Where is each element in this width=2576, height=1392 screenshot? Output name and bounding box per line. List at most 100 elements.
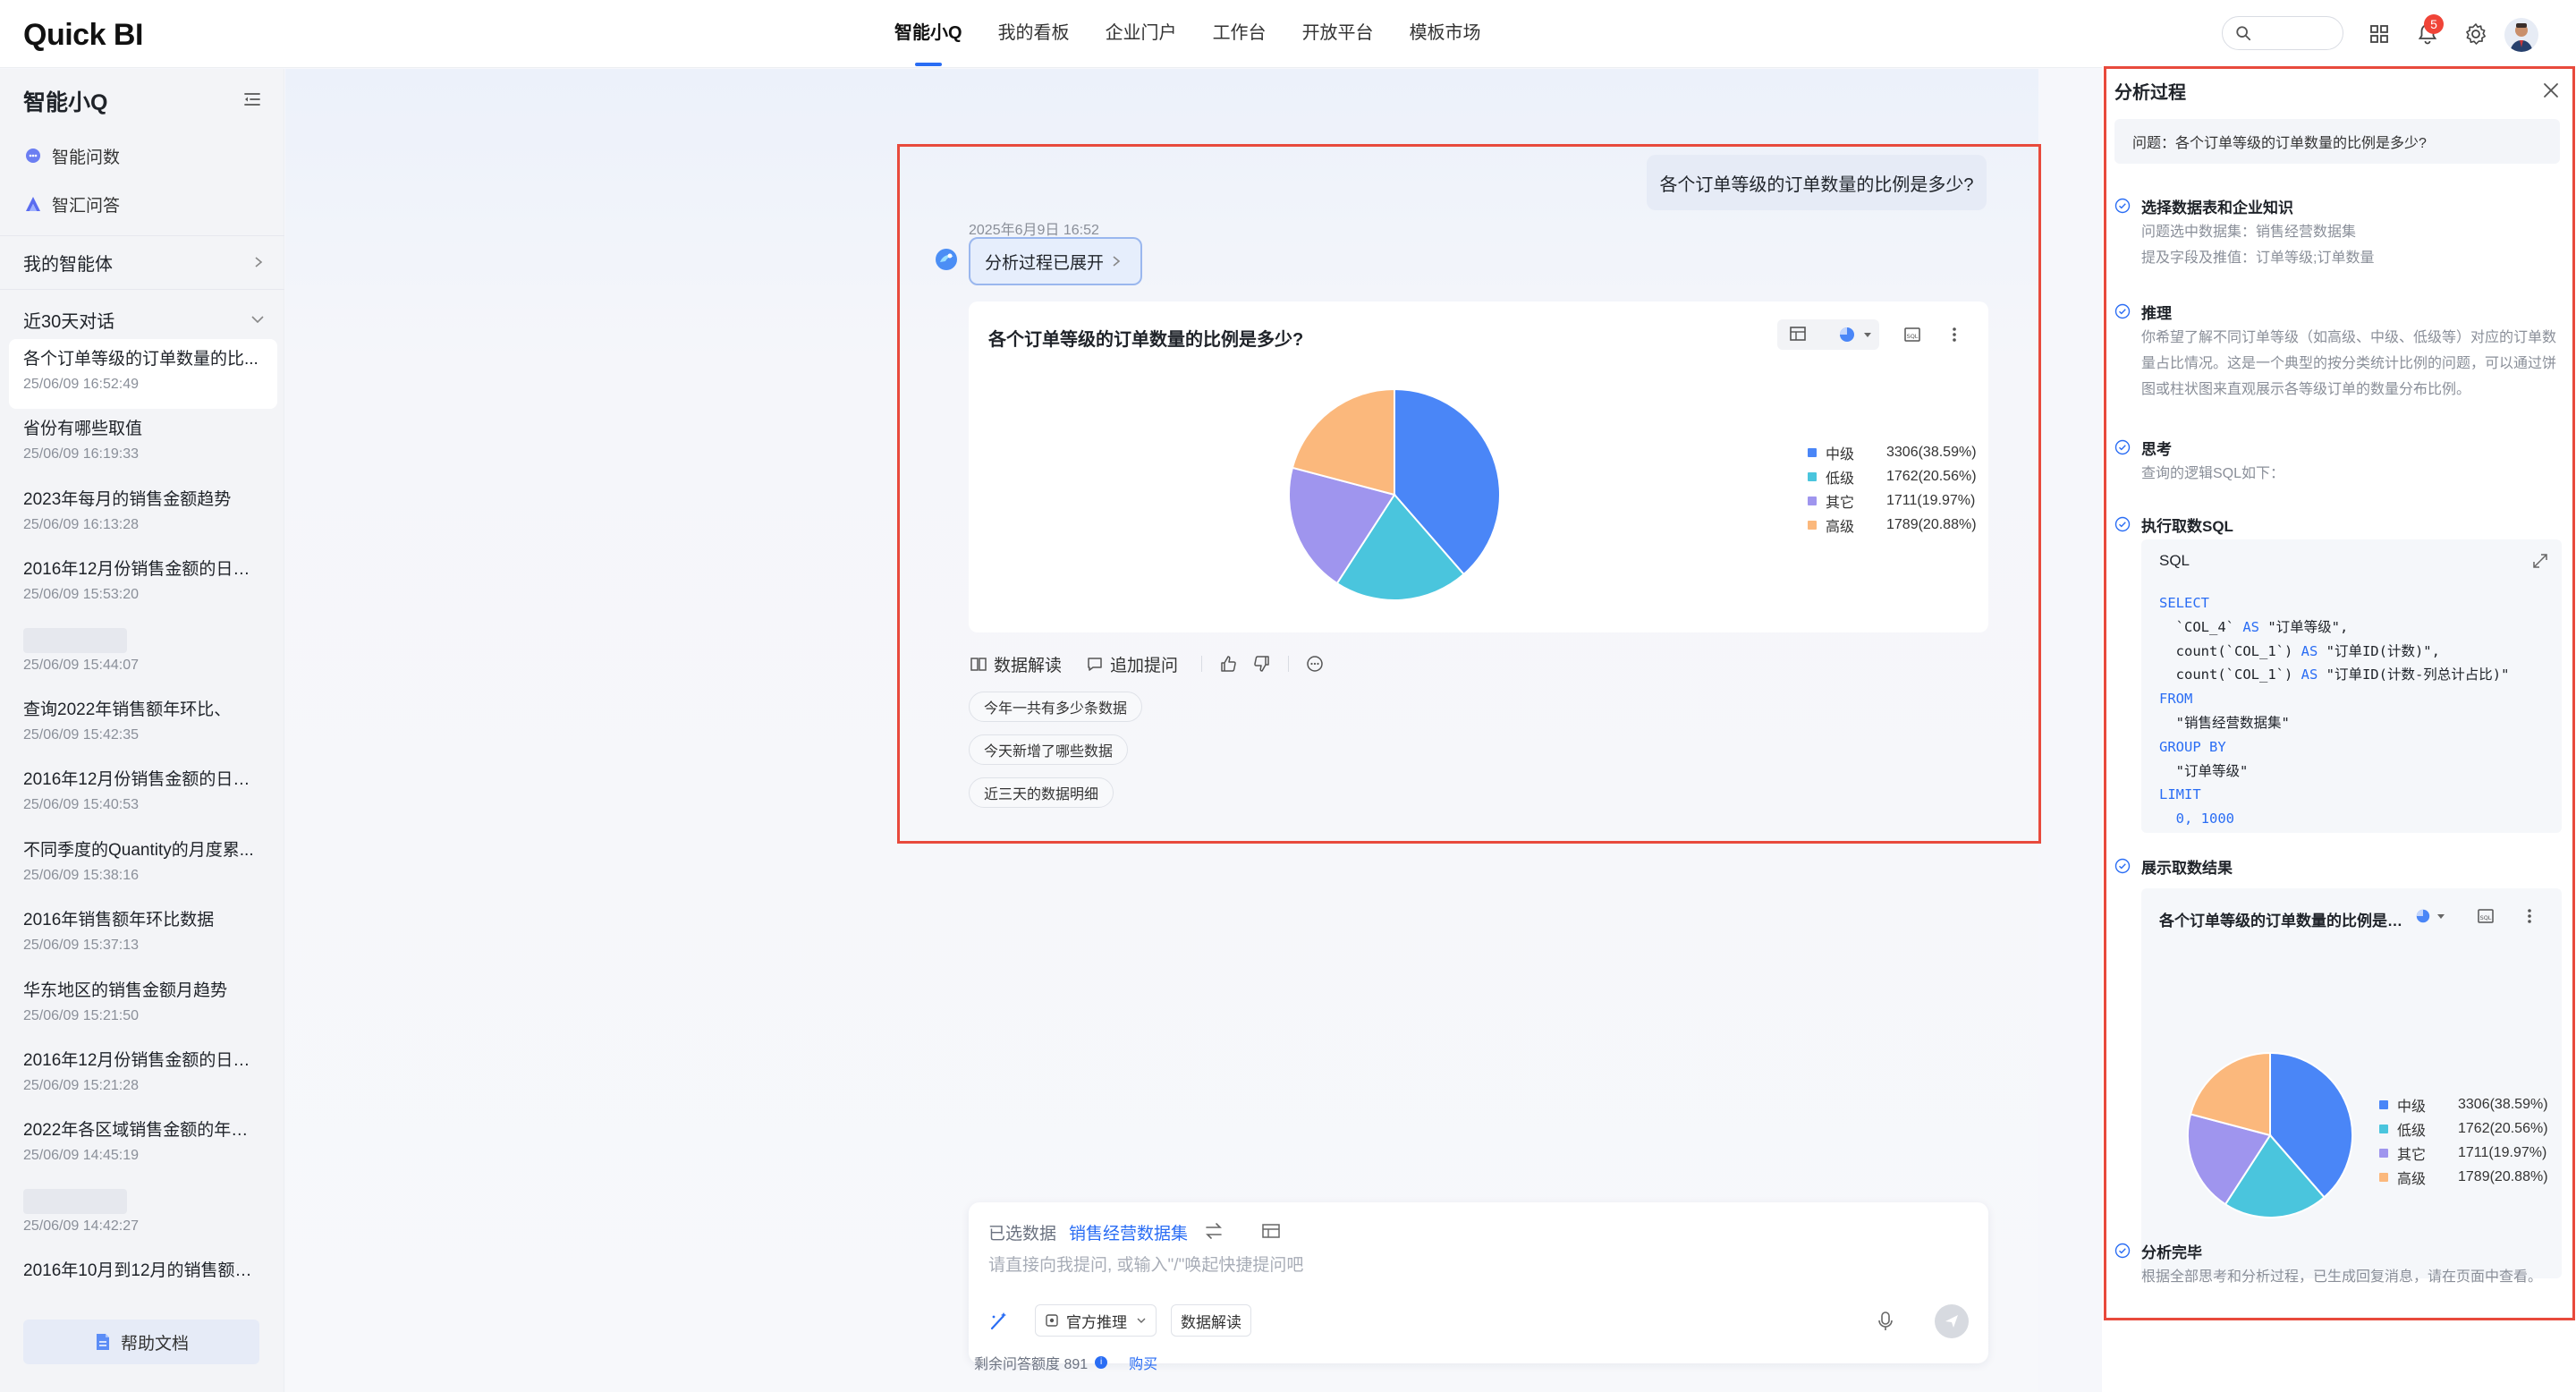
recent-conversations-label: 近30天对话: [23, 311, 115, 332]
notification-badge: 5: [2424, 14, 2444, 34]
conversation-date: 25/06/09 16:19:33: [23, 446, 140, 463]
sidebar-divider: [0, 235, 284, 236]
action-divider: [1201, 656, 1203, 672]
magic-wand-icon[interactable]: [987, 1310, 1010, 1333]
recent-conversations-section[interactable]: 近30天对话: [23, 301, 265, 337]
app-logo[interactable]: Quick BI: [23, 18, 143, 53]
conversation-item[interactable]: 2022年各区域销售金额的年环比 25/06/09 14:45:19: [9, 1110, 277, 1180]
my-agents-label: 我的智能体: [23, 254, 113, 275]
analysis-expanded-chip[interactable]: 分析过程已展开: [969, 237, 1142, 285]
conversation-title: 不同季度的Quantity的月度累...: [23, 840, 254, 860]
conversation-item[interactable]: 2016年12月份销售金额的日环... 25/06/09 15:53:20: [9, 549, 277, 619]
help-docs-button[interactable]: 帮助文档: [23, 1320, 259, 1364]
data-interpret-toggle[interactable]: 数据解读: [1171, 1304, 1251, 1337]
conversation-date: 25/06/09 15:21:50: [23, 1007, 140, 1023]
send-button[interactable]: [1935, 1304, 1969, 1338]
conversation-date: 25/06/09 15:42:35: [23, 726, 140, 743]
conversation-item[interactable]: 查询2022年销售额年环比、 25/06/09 15:42:35: [9, 690, 277, 760]
collapse-sidebar-icon[interactable]: [242, 89, 263, 110]
conversation-date: 25/06/09 15:44:07: [23, 657, 140, 673]
table-view-icon[interactable]: [1788, 324, 1809, 345]
sidebar-item-smart-query[interactable]: 智能问数: [23, 138, 120, 174]
conversation-item[interactable]: 25/06/09 15:44:07: [9, 620, 277, 690]
suggested-question[interactable]: 今年一共有多少条数据: [969, 692, 1143, 722]
chevron-right-icon: [255, 257, 263, 267]
legend-value: 3306(38.59%): [1886, 444, 1977, 460]
legend-item[interactable]: 高级 1789(20.88%): [1808, 513, 1977, 537]
conversation-item[interactable]: 2016年10月到12月的销售额和...: [9, 1251, 277, 1320]
chart-legend: 中级 3306(38.59%) 低级 1762(20.56%) 其它 1711(19.97…: [1808, 440, 1977, 537]
user-avatar[interactable]: [2504, 18, 2538, 52]
nav-item-template-market[interactable]: 模板市场: [1392, 0, 1499, 68]
nav-item-enterprise-portal[interactable]: 企业门户: [1088, 0, 1195, 68]
my-agents-section[interactable]: 我的智能体: [23, 244, 265, 280]
send-icon: [1945, 1315, 1958, 1328]
suggested-question[interactable]: 近三天的数据明细: [969, 777, 1114, 808]
result-actions: 数据解读 追加提问: [969, 649, 1325, 679]
conversation-item[interactable]: 2016年销售额年环比数据 25/06/09 15:37:13: [9, 900, 277, 970]
chat-area: 各个订单等级的订单数量的比例是多少? 2025年6月9日 16:52 分析过程已…: [285, 69, 2041, 1392]
follow-up-label: 追加提问: [1110, 656, 1179, 675]
selected-data-label: 已选数据: [988, 1225, 1057, 1243]
conversation-title: 2016年12月份销售金额的日环...: [23, 1050, 263, 1070]
search-icon: [2236, 26, 2251, 41]
swap-dataset-icon[interactable]: [1203, 1220, 1224, 1242]
nav-item-open-platform[interactable]: 开放平台: [1284, 0, 1392, 68]
follow-up-button[interactable]: 追加提问: [1085, 652, 1178, 676]
conversation-date: 25/06/09 15:40:53: [23, 797, 140, 813]
legend-item[interactable]: 中级 3306(38.59%): [1808, 440, 1977, 464]
thumbs-up-icon[interactable]: [1218, 654, 1238, 674]
sql-view-icon[interactable]: SQL: [1902, 319, 1922, 350]
conversation-title: 2016年12月份销售金额的日环...: [23, 560, 263, 580]
data-interpret-button[interactable]: 数据解读: [969, 652, 1062, 676]
conversation-item[interactable]: 华东地区的销售金额月趋势 25/06/09 15:21:50: [9, 971, 277, 1040]
question-input[interactable]: [988, 1252, 1793, 1279]
apps-grid-icon[interactable]: [2363, 18, 2395, 50]
conversation-item[interactable]: 省份有哪些取值 25/06/09 16:19:33: [9, 409, 277, 479]
more-options-icon[interactable]: [1945, 319, 1963, 350]
legend-swatch: [1808, 520, 1817, 530]
main-nav: 智能小Q 我的看板 企业门户 工作台 开放平台 模板市场: [877, 0, 1499, 68]
legend-label: 中级: [1826, 446, 1855, 463]
global-search[interactable]: [2222, 16, 2343, 50]
chart-card-title: 各个订单等级的订单数量的比例是多少?: [988, 330, 1304, 350]
sidebar-item-smart-qa[interactable]: 智汇问答: [23, 186, 120, 222]
thumbs-down-icon[interactable]: [1252, 654, 1272, 674]
conversation-item[interactable]: 2016年12月份销售金额的日环... 25/06/09 15:40:53: [9, 760, 277, 829]
conversation-date: 25/06/09 15:38:16: [23, 867, 140, 883]
table-preview-icon[interactable]: [1260, 1220, 1282, 1242]
info-icon[interactable]: i: [1095, 1356, 1108, 1369]
nav-item-smart-q[interactable]: 智能小Q: [877, 0, 980, 68]
action-divider: [1288, 656, 1290, 672]
conversation-item[interactable]: 2016年12月份销售金额的日环... 25/06/09 15:21:28: [9, 1040, 277, 1110]
suggested-question[interactable]: 今天新增了哪些数据: [969, 734, 1129, 765]
buy-link[interactable]: 购买: [1129, 1352, 1157, 1373]
quota-info: 剩余问答额度 891 i 购买: [974, 1352, 1157, 1373]
message-timestamp: 2025年6月9日 16:52: [969, 223, 1099, 238]
conversation-item[interactable]: 2023年每月的销售金额趋势 25/06/09 16:13:28: [9, 480, 277, 549]
microphone-icon[interactable]: [1874, 1310, 1897, 1333]
legend-item[interactable]: 低级 1762(20.56%): [1808, 464, 1977, 488]
selected-dataset-link[interactable]: 销售经营数据集: [1069, 1220, 1188, 1244]
top-bar: Quick BI 智能小Q 我的看板 企业门户 工作台 开放平台 模板市场 5: [0, 0, 2576, 68]
legend-item[interactable]: 其它 1711(19.97%): [1808, 488, 1977, 513]
nav-item-my-dashboard[interactable]: 我的看板: [980, 0, 1088, 68]
conversation-date: 25/06/09 15:37:13: [23, 938, 140, 954]
reasoning-mode-select[interactable]: 官方推理: [1035, 1304, 1157, 1337]
reasoning-icon: [1046, 1314, 1058, 1327]
nav-item-workbench[interactable]: 工作台: [1195, 0, 1284, 68]
more-actions-icon[interactable]: [1305, 654, 1325, 674]
chart-tool-group: [1777, 319, 1879, 350]
pie-chart: [1288, 387, 1501, 601]
pie-chart-type-icon[interactable]: [1838, 326, 1856, 344]
caret-down-icon[interactable]: [1861, 328, 1874, 341]
chevron-down-icon: [251, 316, 264, 324]
conversation-item[interactable]: 各个订单等级的订单数量的比... 25/06/09 16:52:49: [9, 339, 277, 410]
legend-value: 1711(19.97%): [1886, 492, 1976, 508]
conversation-title: 省份有哪些取值: [23, 420, 143, 439]
help-docs-label: 帮助文档: [120, 1334, 189, 1354]
gear-icon[interactable]: [2460, 18, 2492, 50]
conversation-item[interactable]: 不同季度的Quantity的月度累... 25/06/09 15:38:16: [9, 830, 277, 900]
chat-data-icon: [23, 146, 43, 166]
conversation-item[interactable]: 25/06/09 14:42:27: [9, 1181, 277, 1251]
